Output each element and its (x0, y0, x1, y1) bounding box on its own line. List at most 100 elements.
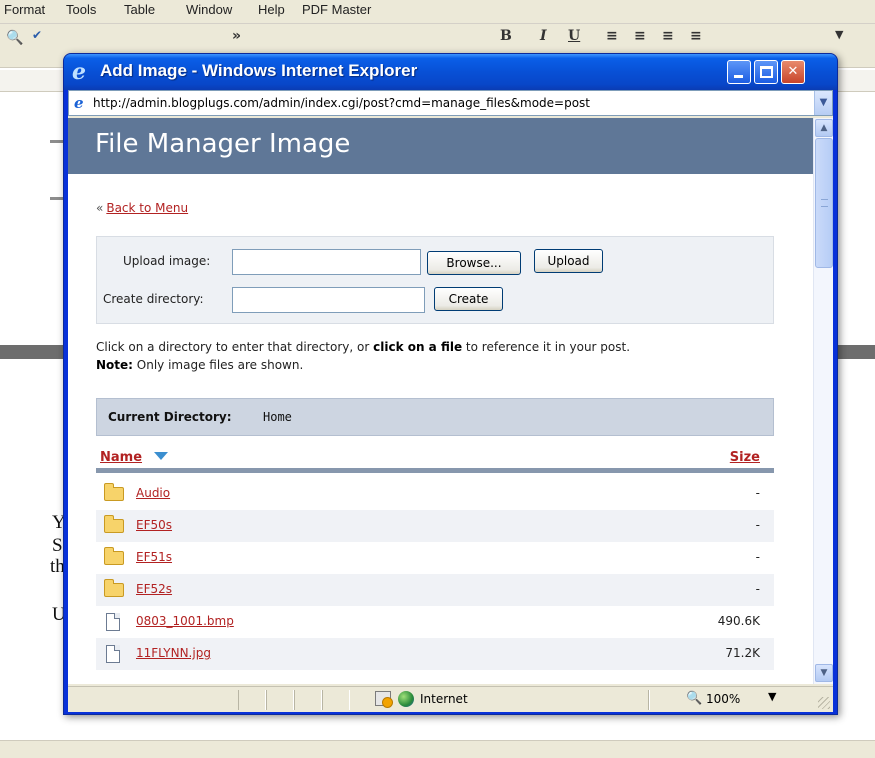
minimize-icon (734, 75, 743, 78)
address-bar[interactable]: e http://admin.blogplugs.com/admin/index… (68, 90, 833, 116)
table-row[interactable]: 0803_1001.bmp 490.6K (96, 606, 774, 638)
internet-zone-icon (398, 691, 414, 707)
folder-icon (104, 483, 124, 501)
address-url[interactable]: http://admin.blogplugs.com/admin/index.c… (93, 96, 590, 110)
host-menu-help[interactable]: Help (258, 2, 285, 17)
create-button[interactable]: Create (434, 287, 503, 311)
file-link[interactable]: 11FLYNN.jpg (136, 646, 211, 660)
table-row[interactable]: EF50s - (96, 510, 774, 542)
current-directory-value: Home (263, 410, 292, 424)
folder-link[interactable]: EF51s (136, 550, 172, 564)
note-text: Only image files are shown. (132, 358, 304, 372)
page-viewport: File Manager Image «Back to Menu Upload … (68, 118, 833, 684)
file-size: - (755, 486, 760, 500)
upload-button[interactable]: Upload (534, 249, 603, 273)
instructions: Click on a directory to enter that direc… (96, 338, 776, 374)
window-title: Add Image - Windows Internet Explorer (100, 61, 418, 80)
instructions-emphasis: click on a file (373, 340, 463, 354)
file-icon (106, 645, 120, 663)
instructions-text-end: to reference it in your post. (462, 340, 631, 354)
instructions-text: Click on a directory to enter that direc… (96, 340, 374, 354)
scrollbar-thumb[interactable] (815, 138, 833, 268)
more-tools-icon[interactable]: » (232, 28, 241, 44)
create-directory-input[interactable] (232, 287, 425, 313)
host-menu-tools[interactable]: Tools (66, 2, 96, 17)
align-left-icon[interactable]: ≡ (606, 28, 618, 44)
file-size: - (755, 518, 760, 532)
host-doc-text: S (52, 535, 63, 556)
status-segment (294, 690, 322, 710)
status-segment (238, 690, 266, 710)
maximize-button[interactable] (754, 60, 778, 84)
folder-icon (104, 515, 124, 533)
file-size: 71.2K (725, 646, 760, 660)
underline-icon[interactable]: U (568, 28, 580, 44)
table-row[interactable]: Audio - (96, 478, 774, 510)
host-menu-table[interactable]: Table (124, 2, 155, 17)
host-menu-pdf-master[interactable]: PDF Master (302, 2, 371, 17)
close-icon: ✕ (787, 64, 799, 79)
host-menubar: Format Tools Table Window Help PDF Maste… (0, 0, 875, 24)
status-divider (648, 690, 650, 710)
folder-link[interactable]: Audio (136, 486, 170, 500)
table-row[interactable]: EF52s - (96, 574, 774, 606)
zoom-dropdown-icon[interactable]: ▼ (768, 690, 776, 703)
window-client-area: e http://admin.blogplugs.com/admin/index… (68, 90, 833, 712)
back-arrow-icon: « (96, 201, 104, 215)
file-size: - (755, 550, 760, 564)
browse-button[interactable]: Browse... (427, 251, 521, 275)
sort-descending-icon[interactable] (154, 452, 168, 460)
align-right-icon[interactable]: ≡ (662, 28, 674, 44)
create-directory-label: Create directory: (103, 292, 204, 306)
table-row[interactable]: 11FLYNN.jpg 71.2K (96, 638, 774, 670)
file-link[interactable]: 0803_1001.bmp (136, 614, 234, 628)
bold-icon[interactable]: B (500, 28, 512, 44)
scroll-down-icon[interactable]: ▼ (815, 664, 833, 682)
upload-image-input[interactable] (232, 249, 421, 275)
page-icon: e (74, 94, 84, 112)
title-bar[interactable]: e Add Image - Windows Internet Explorer … (64, 54, 837, 90)
grip-icon (821, 199, 828, 207)
close-button[interactable]: ✕ (781, 60, 805, 84)
justify-icon[interactable]: ≡ (690, 28, 702, 44)
file-size: 490.6K (717, 614, 760, 628)
security-zone-label[interactable]: Internet (420, 692, 468, 706)
current-directory-label: Current Directory: (108, 410, 232, 424)
size-column-header[interactable]: Size (730, 450, 760, 465)
folder-icon (104, 579, 124, 597)
minimize-button[interactable] (727, 60, 751, 84)
align-center-icon[interactable]: ≡ (634, 28, 646, 44)
folder-icon (104, 547, 124, 565)
vertical-scrollbar[interactable]: ▲ ▼ (813, 118, 833, 684)
folder-link[interactable]: EF50s (136, 518, 172, 532)
toolbar-overflow-icon[interactable]: ▼ (835, 28, 843, 41)
print-preview-icon[interactable]: 🔍 (6, 30, 23, 46)
protected-mode-icon[interactable] (375, 691, 393, 708)
file-icon (106, 613, 120, 631)
upload-image-label: Upload image: (123, 254, 211, 268)
file-table-header: Name Size (96, 443, 774, 473)
host-menu-format[interactable]: Format (4, 2, 45, 17)
address-dropdown-icon[interactable]: ▼ (814, 91, 832, 115)
maximize-icon (760, 66, 773, 78)
page-title: File Manager Image (95, 129, 351, 159)
scroll-up-icon[interactable]: ▲ (815, 119, 833, 137)
back-link-container: «Back to Menu (96, 201, 188, 215)
table-row[interactable]: EF51s - (96, 542, 774, 574)
name-column-header[interactable]: Name (100, 450, 142, 465)
resize-grip-icon[interactable] (818, 697, 830, 709)
back-to-menu-link[interactable]: Back to Menu (106, 201, 188, 215)
zoom-icon[interactable]: 🔍 (686, 691, 702, 706)
ie-logo-icon: e (72, 59, 86, 85)
folder-link[interactable]: EF52s (136, 582, 172, 596)
spellcheck-icon[interactable]: ✔ (32, 28, 42, 42)
host-statusbar (0, 740, 875, 758)
upload-panel: Upload image: Browse... Upload Create di… (96, 236, 774, 324)
file-size: - (755, 582, 760, 596)
status-segment (322, 690, 350, 710)
zoom-level[interactable]: 100% (706, 692, 740, 706)
host-menu-window[interactable]: Window (186, 2, 232, 17)
note-label: Note: (96, 358, 133, 372)
status-segment (266, 690, 294, 710)
italic-icon[interactable]: I (540, 28, 547, 44)
